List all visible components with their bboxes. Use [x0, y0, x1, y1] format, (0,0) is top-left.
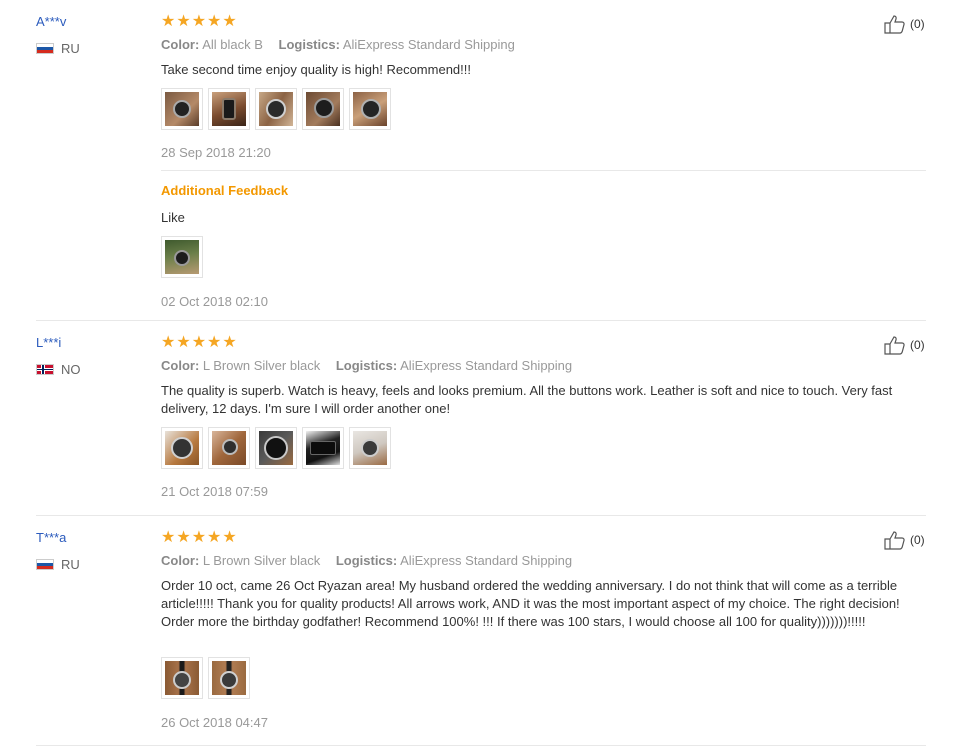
helpful-button[interactable]: (0) — [884, 14, 925, 34]
star-rating: ★ ★ ★ ★ ★ — [161, 335, 237, 351]
star-icon: ★ — [207, 13, 222, 30]
reviewer-name[interactable]: T***a — [36, 530, 66, 545]
flag-ru-icon — [36, 558, 54, 570]
review-photo[interactable] — [161, 88, 203, 130]
review-photo[interactable] — [208, 427, 250, 469]
logistics-label: Logistics: — [335, 358, 398, 373]
logistics-label: Logistics: — [278, 37, 340, 52]
thumbs-up-icon — [884, 15, 905, 34]
reviewer-name[interactable]: A***v — [36, 14, 66, 29]
country-code: RU — [61, 40, 80, 56]
review-divider — [36, 745, 926, 746]
review-photo[interactable] — [349, 88, 391, 130]
star-icon: ★ — [176, 13, 191, 30]
review-photo[interactable] — [161, 427, 203, 469]
divider — [161, 170, 926, 171]
additional-feedback-text: Like — [161, 210, 185, 225]
star-icon: ★ — [207, 529, 222, 546]
helpful-count: (0) — [910, 338, 925, 352]
color-label: Color: — [161, 37, 200, 52]
review-photo[interactable] — [302, 427, 344, 469]
review-date: 26 Oct 2018 04:47 — [161, 715, 268, 730]
review-divider — [36, 320, 926, 321]
color-value: L Brown Silver black — [202, 553, 321, 568]
star-icon: ★ — [191, 529, 207, 546]
order-info: Color: L Brown Silver black Logistics: A… — [161, 553, 572, 568]
review-text: The quality is superb. Watch is heavy, f… — [161, 383, 893, 416]
additional-feedback-date: 02 Oct 2018 02:10 — [161, 294, 268, 309]
review-photo[interactable] — [349, 427, 391, 469]
star-icon: ★ — [191, 13, 207, 30]
logistics-label: Logistics: — [335, 553, 398, 568]
reviewer-country: RU — [36, 556, 80, 572]
additional-feedback-title: Additional Feedback — [161, 183, 289, 198]
star-rating: ★ ★ ★ ★ ★ — [161, 14, 237, 30]
thumbs-up-icon — [884, 336, 905, 355]
review-photos — [161, 427, 391, 469]
review-divider — [36, 515, 926, 516]
thumbs-up-icon — [884, 531, 905, 550]
helpful-count: (0) — [910, 17, 925, 31]
country-code: NO — [61, 361, 81, 377]
review-photo[interactable] — [161, 657, 203, 699]
star-icon: ★ — [222, 529, 237, 546]
review-photo[interactable] — [255, 88, 297, 130]
star-icon: ★ — [176, 334, 191, 351]
star-icon: ★ — [161, 529, 176, 546]
helpful-button[interactable]: (0) — [884, 530, 925, 550]
review-photos — [161, 657, 250, 699]
logistics-value: AliExpress Standard Shipping — [342, 37, 515, 52]
color-label: Color: — [161, 358, 200, 373]
review-date: 28 Sep 2018 21:20 — [161, 145, 271, 160]
flag-ru-icon — [36, 42, 54, 54]
color-label: Color: — [161, 553, 200, 568]
review-photo[interactable] — [255, 427, 297, 469]
reviewer-country: NO — [36, 361, 81, 377]
review-photo[interactable] — [208, 88, 250, 130]
review-date: 21 Oct 2018 07:59 — [161, 484, 268, 499]
review-text: Take second time enjoy quality is high! … — [161, 62, 471, 77]
reviewer-country: RU — [36, 40, 80, 56]
review-photo[interactable] — [208, 657, 250, 699]
review-photo[interactable] — [302, 88, 344, 130]
order-info: Color: All black B Logistics: AliExpress… — [161, 37, 515, 52]
logistics-value: AliExpress Standard Shipping — [400, 358, 573, 373]
star-icon: ★ — [176, 529, 191, 546]
order-info: Color: L Brown Silver black Logistics: A… — [161, 358, 572, 373]
review-photo[interactable] — [161, 236, 203, 278]
logistics-value: AliExpress Standard Shipping — [400, 553, 573, 568]
reviewer-name[interactable]: L***i — [36, 335, 61, 350]
helpful-button[interactable]: (0) — [884, 335, 925, 355]
country-code: RU — [61, 556, 80, 572]
star-icon: ★ — [222, 334, 237, 351]
flag-no-icon — [36, 363, 54, 375]
review-text: Order 10 oct, came 26 Oct Ryazan area! M… — [161, 578, 900, 629]
star-rating: ★ ★ ★ ★ ★ — [161, 530, 237, 546]
review-photos — [161, 88, 391, 130]
star-icon: ★ — [161, 334, 176, 351]
color-value: All black B — [202, 37, 263, 52]
helpful-count: (0) — [910, 533, 925, 547]
additional-photos — [161, 236, 203, 278]
star-icon: ★ — [191, 334, 207, 351]
star-icon: ★ — [161, 13, 176, 30]
star-icon: ★ — [207, 334, 222, 351]
color-value: L Brown Silver black — [202, 358, 321, 373]
star-icon: ★ — [222, 13, 237, 30]
